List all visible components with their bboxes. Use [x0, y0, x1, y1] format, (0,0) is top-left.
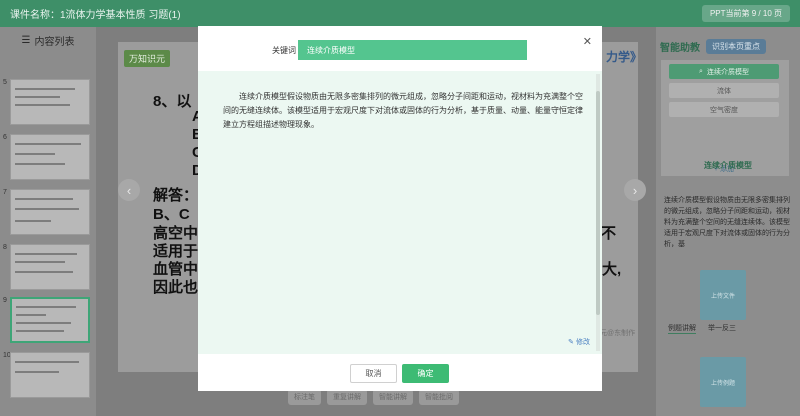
- section-title: 连续介质模型: [704, 161, 752, 170]
- slide-text-line: 8、以: [153, 93, 192, 110]
- assistant-panel: 智能助教 识别本页重点 ⌕ 连续介质模型 流体 空气密度 + 添加 连续介质模型…: [656, 27, 800, 416]
- thumbnail-number: 9: [3, 297, 7, 304]
- content-list-title: 内容列表: [34, 36, 75, 48]
- tab-analogies[interactable]: 举一反三: [708, 323, 736, 334]
- thumbnail-number: 8: [3, 244, 7, 251]
- thumbnail-item[interactable]: 7: [0, 189, 96, 241]
- top-bar: 课件名称：1流体力学基本性质 习题(1) PPT当前第 9 / 10 页: [0, 0, 800, 27]
- keyword-content-area[interactable]: 连续介质模型假设物质由无限多密集排列的微元组成，忽略分子间距和运动，视材料为充满…: [198, 71, 602, 354]
- edit-icon: ✎: [568, 339, 574, 346]
- keyword-content-text: 连续介质模型假设物质由无限多密集排列的微元组成，忽略分子间距和运动，视材料为充满…: [223, 92, 583, 129]
- repeat-explain-button[interactable]: 重复讲解: [327, 389, 367, 405]
- keyword-edit-dialog: ✕ 关键词 连续介质模型假设物质由无限多密集排列的微元组成，忽略分子间距和运动，…: [198, 26, 602, 391]
- edit-button[interactable]: ✎ 修改: [568, 337, 590, 347]
- next-slide-button[interactable]: ›: [624, 179, 646, 201]
- keyword-description: 连续介质模型假设物质由无限多密集排列的微元组成，忽略分子间距和运动，视材料为充满…: [664, 197, 790, 248]
- slide-footer-brand: 元@东制作: [600, 330, 636, 337]
- course-title: 课件名称：1流体力学基本性质 习题(1): [10, 10, 181, 21]
- keyword-label: 连续介质模型: [706, 68, 749, 76]
- page-indicator: PPT当前第 9 / 10 页: [701, 5, 790, 22]
- slide-text-fragment: 不: [601, 225, 617, 242]
- slide-text-line: B、C: [153, 206, 190, 223]
- content-list-panel: ☰ 内容列表 5 6 7 8 9 10: [0, 27, 96, 416]
- slide-text-line: 解答：: [153, 187, 199, 204]
- slide-text-line: 因此也: [153, 279, 199, 296]
- prev-slide-button[interactable]: ‹: [118, 179, 140, 201]
- thumbnail-number: 6: [3, 134, 7, 141]
- keyword-row: 关键词: [198, 40, 602, 60]
- chevron-left-icon: ‹: [126, 182, 132, 198]
- slide-thumbnail[interactable]: [10, 352, 90, 398]
- slide-thumbnail[interactable]: [10, 134, 90, 180]
- thumbnail-item[interactable]: 5: [0, 79, 96, 131]
- slide-thumbnail[interactable]: [10, 79, 90, 125]
- slide-thumbnail[interactable]: [10, 189, 90, 235]
- smart-explain-button[interactable]: 智能讲解: [373, 389, 413, 405]
- upload-file-button[interactable]: 上传文件: [700, 270, 746, 320]
- scrollbar-thumb[interactable]: [596, 91, 600, 315]
- keyword-item[interactable]: 流体: [669, 83, 779, 98]
- smart-grading-button[interactable]: 智能批阅: [419, 389, 459, 405]
- slide-text-fragment: 大,: [602, 261, 622, 278]
- chevron-right-icon: ›: [632, 182, 638, 198]
- slide-toolbar: 标注笔 重复讲解 智能讲解 智能批阅: [288, 389, 459, 405]
- assistant-tabs: 例题讲解 举一反三: [668, 323, 736, 334]
- keyword-item[interactable]: 空气密度: [669, 102, 779, 117]
- detect-key-points-button[interactable]: 识别本页重点: [706, 39, 766, 54]
- list-icon: ☰: [21, 34, 31, 46]
- thumbnail-item[interactable]: 6: [0, 134, 96, 186]
- thumbnail-item-active[interactable]: 9: [0, 297, 96, 349]
- keyword-input[interactable]: [298, 40, 527, 60]
- tab-example-explain[interactable]: 例题讲解: [668, 323, 696, 334]
- search-icon: ⌕: [699, 67, 703, 75]
- upload-example-button[interactable]: 上传例题: [700, 357, 746, 407]
- assistant-title: 智能助教: [660, 43, 700, 54]
- content-list-header: ☰ 内容列表: [0, 27, 96, 53]
- confirm-button[interactable]: 确定: [402, 364, 449, 383]
- thumbnail-number: 7: [3, 189, 7, 196]
- thumbnail-item[interactable]: 10: [0, 352, 96, 404]
- annotate-pen-button[interactable]: 标注笔: [288, 389, 321, 405]
- thumbnail-number: 5: [3, 79, 7, 86]
- thumbnail-item[interactable]: 8: [0, 244, 96, 296]
- keyword-item-selected[interactable]: ⌕ 连续介质模型: [669, 64, 779, 79]
- assistant-header: 智能助教 识别本页重点: [660, 39, 766, 54]
- slide-thumbnail[interactable]: [10, 297, 90, 343]
- slide-thumbnail[interactable]: [10, 244, 90, 290]
- edit-label: 修改: [576, 339, 590, 346]
- cancel-button[interactable]: 取消: [350, 364, 397, 383]
- keyword-field-label: 关键词: [272, 46, 296, 55]
- slide-header-fragment: 力学》: [606, 50, 643, 64]
- slide-logo: 万知识元: [124, 50, 171, 67]
